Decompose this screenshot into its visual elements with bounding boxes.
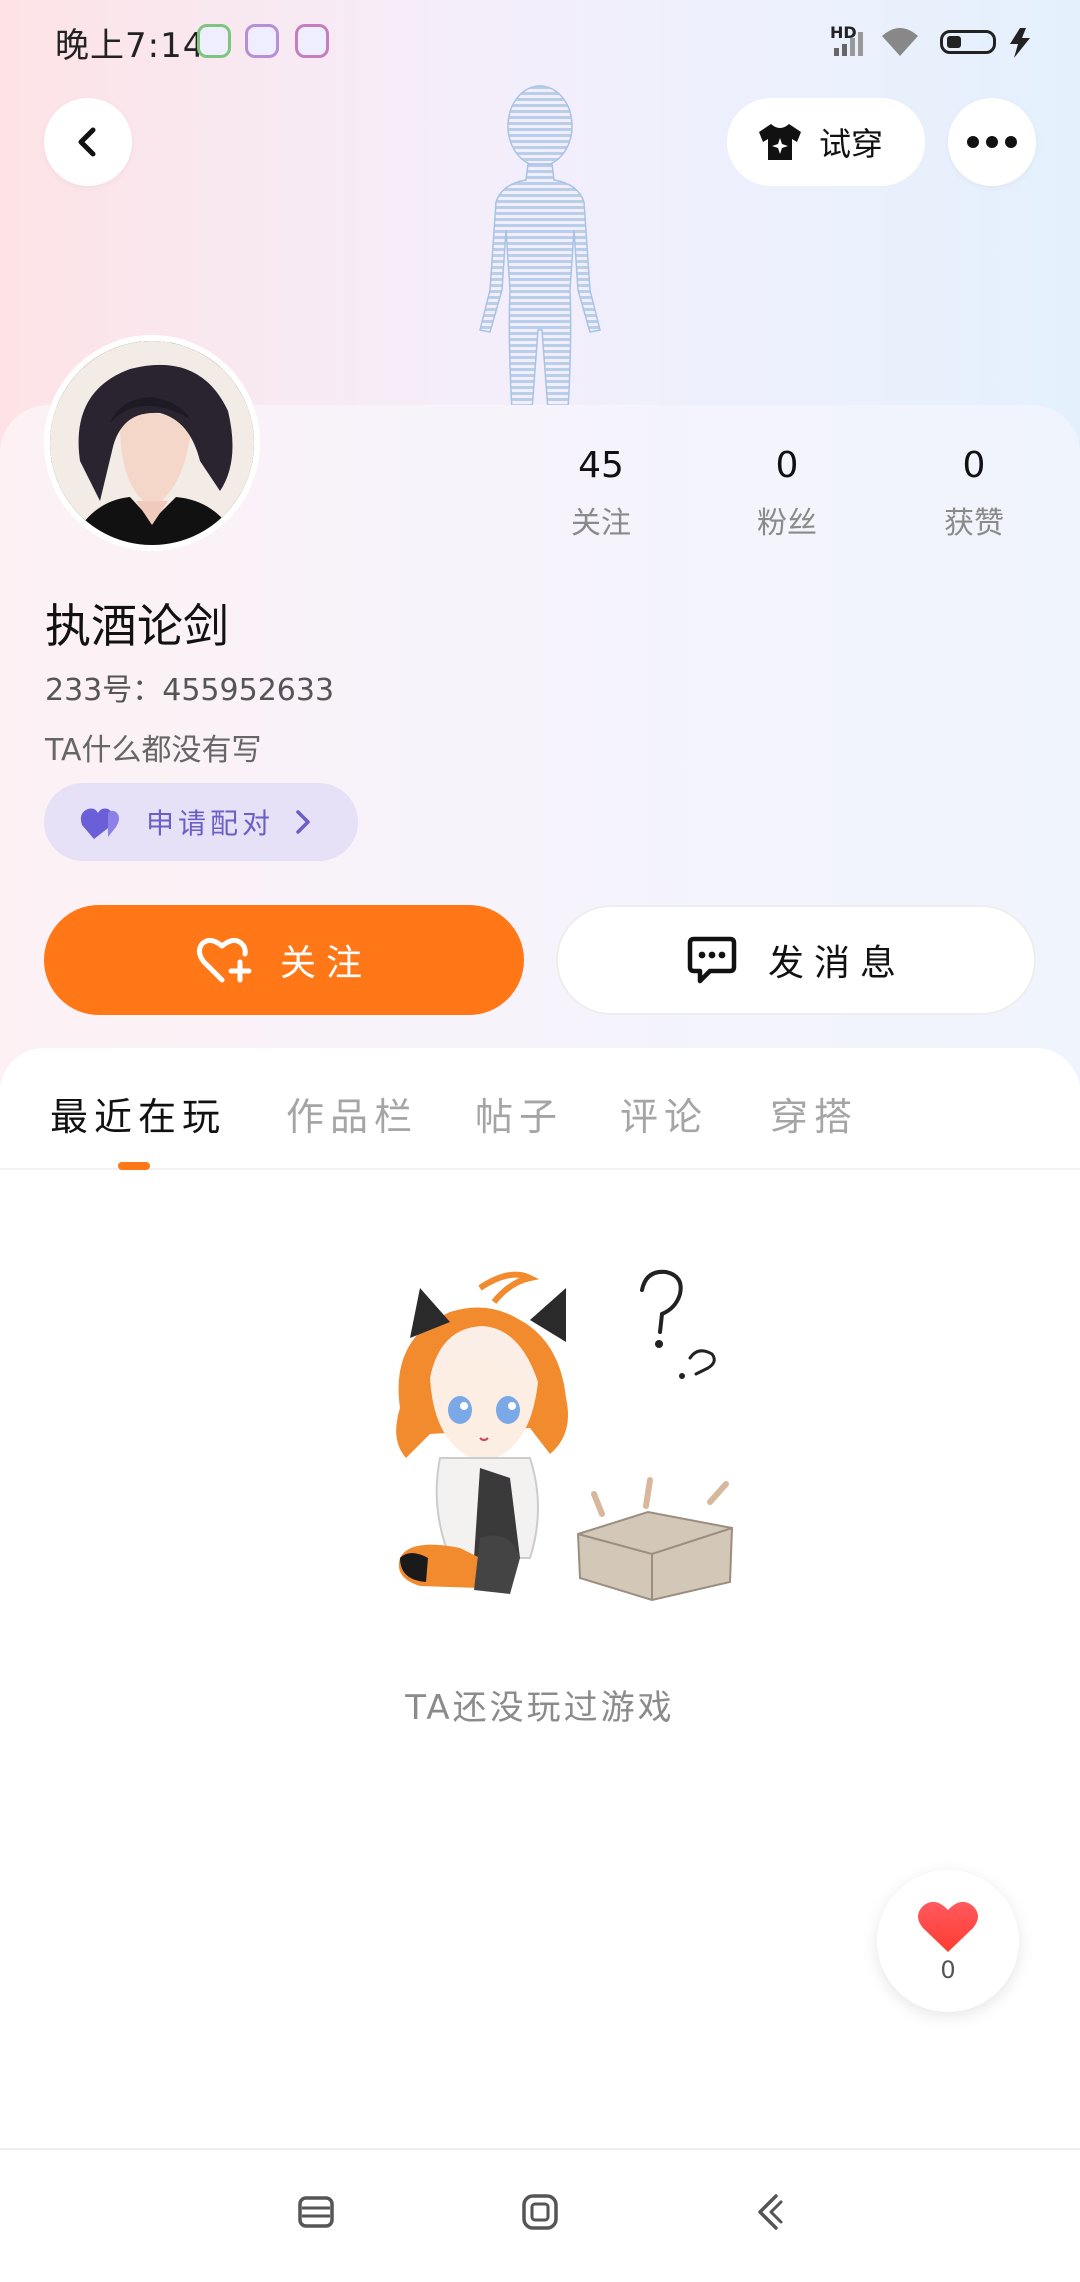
- heart-icon: [918, 1901, 978, 1952]
- try-on-button[interactable]: 试穿: [727, 98, 925, 186]
- avatar[interactable]: [44, 335, 260, 551]
- double-heart-icon: [80, 808, 119, 839]
- avatar-hologram-figure[interactable]: [450, 80, 630, 410]
- tab-outfits[interactable]: 穿搭: [770, 1086, 858, 1141]
- status-bar: 晚上7:14 HD: [0, 0, 1080, 90]
- stat-likes[interactable]: 0 获赞: [904, 445, 1044, 542]
- profile-uid: 233号：455952633: [45, 673, 335, 708]
- empty-state-illustration: [396, 1269, 734, 1602]
- more-button[interactable]: [948, 98, 1036, 186]
- stat-label: 关注: [571, 506, 631, 541]
- tab-indicator: [118, 1162, 150, 1170]
- charging-icon: [1010, 28, 1030, 58]
- like-button[interactable]: 0: [877, 1870, 1019, 2012]
- avatar-image: [50, 341, 254, 545]
- message-label: 发消息: [767, 943, 906, 984]
- tab-works[interactable]: 作品栏: [286, 1086, 418, 1141]
- profile-name: 执酒论剑: [45, 599, 229, 653]
- empty-state-text: TA还没玩过游戏: [405, 1688, 675, 1728]
- stat-value: 45: [578, 445, 624, 486]
- back-button[interactable]: [44, 98, 132, 186]
- tab-recent-games[interactable]: 最近在玩: [50, 1086, 226, 1141]
- notification-icon: [245, 24, 279, 58]
- more-icon: [967, 136, 1017, 148]
- status-time: 晚上7:14: [55, 26, 206, 66]
- home-icon[interactable]: [520, 2192, 560, 2232]
- send-message-button[interactable]: 发消息: [556, 905, 1036, 1015]
- recents-icon[interactable]: [296, 2192, 336, 2232]
- stat-label: 获赞: [944, 506, 1004, 541]
- heart-plus-icon: [196, 938, 252, 983]
- like-count: 0: [940, 1956, 956, 1984]
- notification-icon: [295, 24, 329, 58]
- tab-comments[interactable]: 评论: [620, 1086, 708, 1141]
- battery-icon: [940, 30, 996, 54]
- profile-tabs: 最近在玩 作品栏 帖子 评论 穿搭: [0, 1048, 1080, 1170]
- stat-following[interactable]: 45 关注: [531, 445, 671, 542]
- apply-pair-button[interactable]: 申请配对: [44, 783, 358, 861]
- shirt-icon: [759, 124, 801, 160]
- chat-bubble-icon: [687, 936, 737, 984]
- back-nav-icon[interactable]: [750, 2192, 790, 2232]
- follow-label: 关注: [279, 943, 372, 984]
- profile-bio: TA什么都没有写: [45, 733, 262, 768]
- signal-icon: HD: [830, 23, 918, 56]
- notification-icon: [197, 24, 231, 58]
- stat-followers[interactable]: 0 粉丝: [717, 445, 857, 542]
- chevron-right-icon: [296, 810, 310, 834]
- try-on-label: 试穿: [819, 125, 884, 163]
- stat-value: 0: [775, 445, 799, 486]
- system-nav-bar: [0, 2148, 1080, 2282]
- follow-button[interactable]: 关注: [44, 905, 524, 1015]
- stat-value: 0: [962, 445, 986, 486]
- pair-label: 申请配对: [146, 807, 275, 840]
- tab-posts[interactable]: 帖子: [475, 1086, 563, 1141]
- stat-label: 粉丝: [757, 506, 817, 541]
- chevron-left-icon: [78, 127, 96, 157]
